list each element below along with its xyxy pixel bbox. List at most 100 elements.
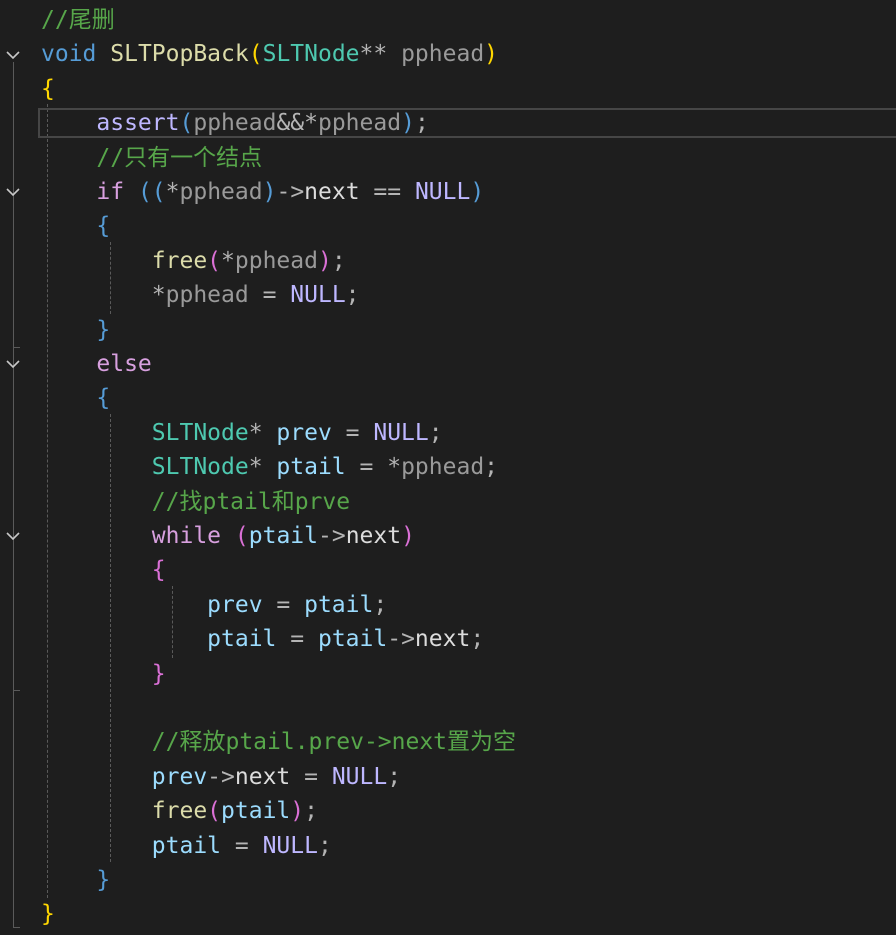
code-text: { (41, 553, 166, 587)
code-line[interactable]: prev->next = NULL; (0, 760, 896, 794)
code-line[interactable]: } (0, 897, 896, 931)
code-token: } (96, 316, 111, 343)
code-text: //释放ptail.prev->next置为空 (41, 725, 516, 759)
code-line[interactable]: if ((*pphead)->next == NULL) (0, 175, 896, 209)
code-token: = (276, 626, 318, 653)
code-token: * (165, 179, 180, 205)
code-line[interactable]: } (0, 863, 896, 897)
code-line[interactable]: while (ptail->next) (0, 519, 896, 553)
code-token: SLTNode (262, 41, 360, 68)
code-line[interactable]: { (0, 381, 896, 415)
code-token: -> (387, 626, 415, 653)
code-token: ptail (317, 626, 388, 653)
code-text: } (41, 897, 55, 931)
code-token: ; (414, 110, 429, 137)
code-token: = (262, 591, 305, 618)
code-token: next (304, 179, 360, 205)
code-token: ( (207, 247, 222, 274)
chevron-down-icon[interactable] (4, 347, 22, 381)
code-token: { (96, 213, 111, 240)
code-line[interactable]: ptail = NULL; (0, 829, 896, 863)
code-token: ptail (304, 591, 374, 618)
code-token: free (151, 798, 208, 825)
code-token: ptail (276, 454, 346, 481)
code-token: ; (428, 419, 443, 446)
code-line[interactable]: { (0, 209, 896, 243)
code-text: { (41, 381, 110, 415)
code-token: ( (179, 110, 194, 137)
code-line[interactable]: free(ptail); (0, 794, 896, 828)
code-token: pphead (387, 41, 485, 68)
code-token: prev (151, 763, 208, 790)
code-line[interactable]: } (0, 313, 896, 347)
code-token: next (414, 626, 471, 653)
code-text: assert(pphead&&*pphead); (41, 106, 429, 140)
code-line[interactable]: prev = ptail; (0, 588, 896, 622)
code-line[interactable]: //找ptail和prve (0, 485, 896, 519)
code-token: pphead (401, 454, 485, 481)
code-token: void (41, 41, 97, 68)
code-line[interactable]: assert(pphead&&*pphead); (0, 106, 896, 140)
code-line[interactable]: //释放ptail.prev->next置为空 (0, 725, 896, 759)
code-text: } (41, 313, 110, 347)
code-token: next (345, 523, 402, 549)
chevron-down-icon[interactable] (4, 519, 22, 553)
code-text: prev = ptail; (41, 588, 387, 622)
chevron-down-icon[interactable] (4, 37, 22, 71)
code-line[interactable]: //只有一个结点 (0, 141, 896, 175)
code-text: void SLTPopBack(SLTNode** pphead) (41, 37, 498, 71)
code-token: = (331, 419, 374, 446)
code-token: ** (359, 41, 388, 68)
code-token: ; (317, 832, 332, 859)
code-text: SLTNode* prev = NULL; (41, 416, 443, 450)
code-token: ) (484, 41, 499, 68)
code-token: assert (96, 110, 180, 137)
code-token: } (151, 660, 166, 687)
code-token: pphead (165, 282, 249, 309)
code-editor[interactable]: //尾删 void SLTPopBack(SLTNode** pphead){ a… (0, 0, 896, 935)
code-line[interactable]: *pphead = NULL; (0, 278, 896, 312)
code-line[interactable]: { (0, 72, 896, 106)
code-token: //找ptail和prve (151, 488, 351, 515)
code-token: ) (317, 247, 332, 274)
code-line[interactable]: else (0, 347, 896, 381)
code-line[interactable]: void SLTPopBack(SLTNode** pphead) (0, 37, 896, 71)
code-token: SLTNode (151, 419, 249, 446)
code-line[interactable] (0, 691, 896, 725)
chevron-down-icon[interactable] (4, 175, 22, 209)
code-token: //只有一个结点 (96, 144, 263, 171)
code-token: //尾删 (41, 7, 115, 33)
code-line[interactable]: //尾删 (0, 3, 896, 37)
code-line[interactable]: { (0, 553, 896, 587)
code-text: //只有一个结点 (41, 141, 262, 175)
code-token: ptail (207, 626, 277, 653)
code-line[interactable]: free(*pphead); (0, 244, 896, 278)
code-token: ; (331, 247, 346, 274)
code-text: prev->next = NULL; (41, 760, 401, 794)
code-line[interactable]: SLTNode* ptail = *pphead; (0, 450, 896, 484)
code-line[interactable]: SLTNode* prev = NULL; (0, 416, 896, 450)
code-token: ( (207, 798, 222, 825)
code-text: { (41, 72, 55, 106)
code-token: { (151, 557, 166, 584)
code-line[interactable]: ptail = ptail->next; (0, 622, 896, 656)
code-token: SLTNode (151, 454, 249, 481)
code-line[interactable]: } (0, 657, 896, 691)
code-token: ( (234, 523, 249, 549)
